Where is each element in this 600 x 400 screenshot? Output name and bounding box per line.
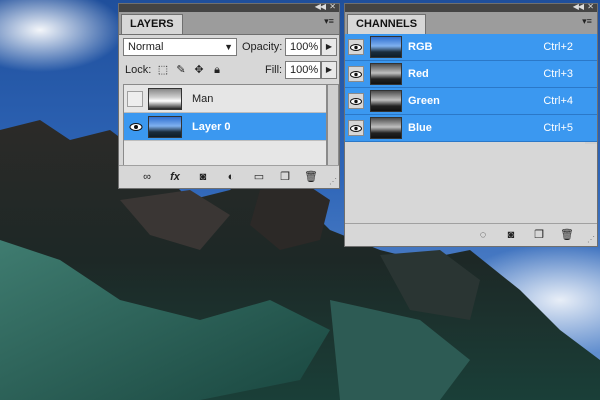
lock-label: Lock:: [125, 64, 152, 76]
channel-row-green[interactable]: Green Ctrl+4: [345, 88, 597, 115]
channel-row-red[interactable]: Red Ctrl+3: [345, 61, 597, 88]
layers-footer: ∞ fx ◙ ◐ ▭ ❐ 🗑︎ ⋰: [119, 165, 339, 188]
layer-row-layer-0[interactable]: Layer 0: [124, 113, 326, 141]
channel-name: Green: [408, 95, 440, 107]
adjustment-layer-icon[interactable]: ◐: [223, 169, 239, 185]
layer-name: Man: [192, 93, 214, 105]
trash-icon[interactable]: 🗑︎: [303, 169, 319, 185]
trash-icon[interactable]: 🗑︎: [559, 227, 575, 243]
tab-channels[interactable]: CHANNELS: [347, 14, 427, 34]
channel-shortcut: Ctrl+3: [543, 68, 573, 80]
eye-icon[interactable]: [348, 120, 364, 136]
lock-all-icon[interactable]: 🔒︎: [211, 64, 223, 76]
eye-icon[interactable]: [127, 119, 143, 135]
save-selection-icon[interactable]: ◙: [503, 227, 519, 243]
panel-menu-icon[interactable]: ▾≡: [581, 16, 593, 26]
layer-name: Layer 0: [192, 121, 231, 133]
resize-grip-icon[interactable]: ⋰: [329, 178, 337, 186]
new-channel-icon[interactable]: ❐: [531, 227, 547, 243]
channels-footer: ◌ ◙ ❐ 🗑︎ ⋰: [345, 223, 597, 246]
resize-grip-icon[interactable]: ⋰: [587, 236, 595, 244]
opacity-input[interactable]: 100%: [285, 38, 321, 56]
layers-panel: ◀◀ ✕ LAYERS ▾≡ Normal ▼ Opacity: 100% ▶ …: [118, 2, 340, 189]
blend-mode-value: Normal: [128, 41, 164, 53]
fx-icon[interactable]: fx: [167, 169, 183, 185]
layer-list: Man Layer 0: [123, 84, 327, 168]
channel-shortcut: Ctrl+2: [543, 41, 573, 53]
fill-slider-arrow-icon[interactable]: ▶: [321, 61, 337, 79]
channel-thumbnail: [370, 36, 402, 58]
eye-icon[interactable]: [348, 66, 364, 82]
collapse-arrows-icon[interactable]: ◀◀: [315, 2, 326, 12]
collapse-arrows-icon[interactable]: ◀◀: [573, 2, 584, 12]
channel-shortcut: Ctrl+5: [543, 122, 573, 134]
eye-icon[interactable]: [348, 39, 364, 55]
load-selection-icon[interactable]: ◌: [475, 227, 491, 243]
eye-icon[interactable]: [348, 93, 364, 109]
lock-position-icon[interactable]: ✥: [193, 64, 205, 76]
channel-thumbnail: [370, 63, 402, 85]
channel-name: Blue: [408, 122, 432, 134]
channel-thumbnail: [370, 117, 402, 139]
layer-thumbnail: [148, 116, 182, 138]
channel-row-blue[interactable]: Blue Ctrl+5: [345, 115, 597, 142]
close-icon[interactable]: ✕: [587, 2, 594, 12]
channel-name: RGB: [408, 41, 433, 53]
lock-image-pixels-icon[interactable]: ✎: [175, 64, 187, 76]
link-layers-icon[interactable]: ∞: [139, 169, 155, 185]
channel-thumbnail: [370, 90, 402, 112]
layer-mask-icon[interactable]: ◙: [195, 169, 211, 185]
close-icon[interactable]: ✕: [329, 2, 336, 12]
layer-thumbnail: [148, 88, 182, 110]
opacity-slider-arrow-icon[interactable]: ▶: [321, 38, 337, 56]
layer-row-man[interactable]: Man: [124, 85, 326, 113]
panel-menu-icon[interactable]: ▾≡: [323, 16, 335, 26]
tab-layers[interactable]: LAYERS: [121, 14, 183, 34]
chevron-down-icon: ▼: [224, 42, 233, 52]
visibility-toggle-off[interactable]: [127, 91, 143, 107]
fill-input[interactable]: 100%: [285, 61, 321, 79]
layers-tab-row: LAYERS ▾≡: [119, 12, 339, 35]
layer-list-scrollbar[interactable]: [327, 84, 339, 168]
channels-tab-row: CHANNELS ▾≡: [345, 12, 597, 35]
channel-row-rgb[interactable]: RGB Ctrl+2: [345, 34, 597, 61]
blend-mode-select[interactable]: Normal ▼: [123, 38, 237, 56]
channel-name: Red: [408, 68, 429, 80]
channel-shortcut: Ctrl+4: [543, 95, 573, 107]
lock-transparent-pixels-icon[interactable]: ⬚: [157, 64, 169, 76]
layers-panel-titlebar[interactable]: ◀◀ ✕: [119, 2, 339, 12]
opacity-label: Opacity:: [242, 41, 283, 53]
channels-panel-titlebar[interactable]: ◀◀ ✕: [345, 2, 597, 12]
channels-panel: ◀◀ ✕ CHANNELS ▾≡ RGB Ctrl+2 Red Ctrl+3 G…: [344, 2, 598, 247]
group-folder-icon[interactable]: ▭: [251, 169, 267, 185]
new-layer-icon[interactable]: ❐: [277, 169, 293, 185]
fill-label: Fill:: [265, 64, 283, 76]
